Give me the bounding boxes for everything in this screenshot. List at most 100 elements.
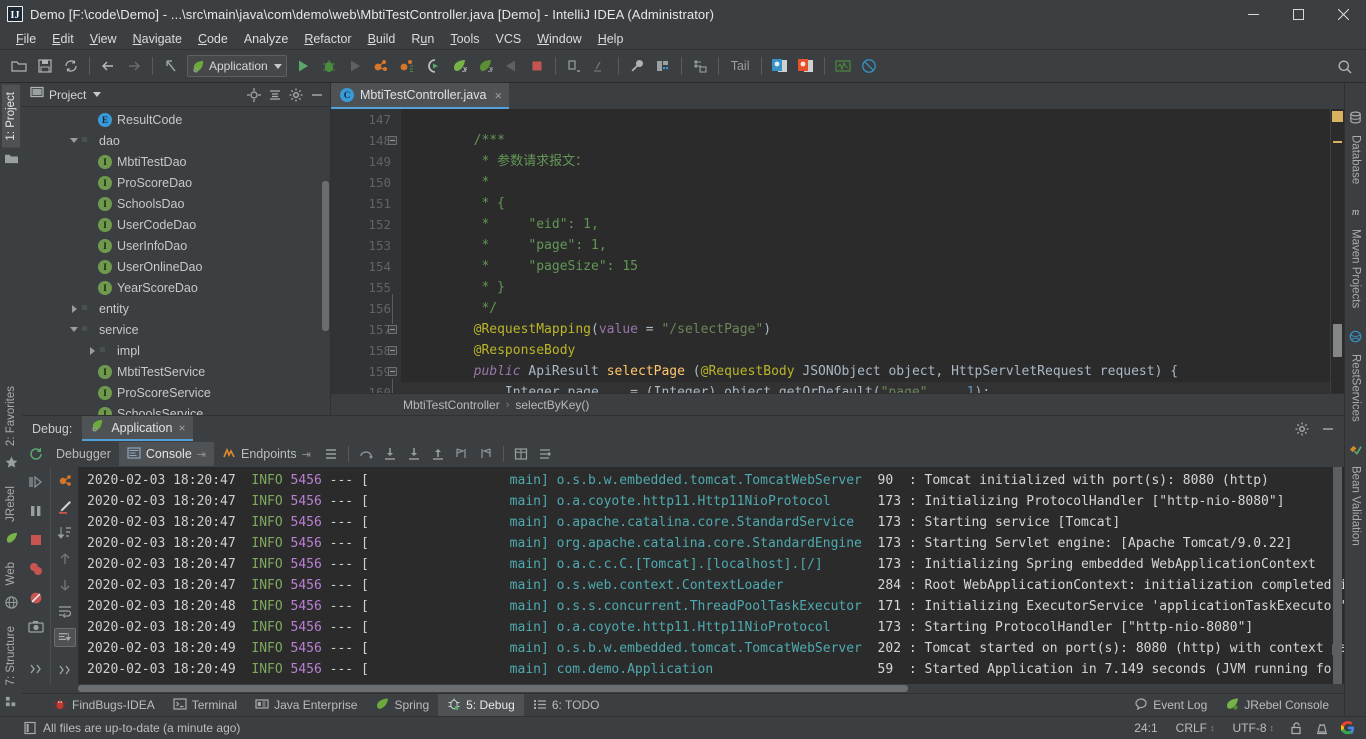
editor-tab-mbtitestcontroller[interactable]: C MbtiTestController.java × (331, 83, 509, 109)
breadcrumb-method[interactable]: selectByKey() (515, 398, 589, 412)
tree-node[interactable]: IUserCodeDao (22, 214, 330, 235)
run-configuration-selector[interactable]: Application (187, 55, 287, 77)
sidebar-item-bean-validation[interactable]: Bean Validation (1347, 459, 1365, 553)
sidebar-item-favorites[interactable]: 2: Favorites (2, 379, 20, 453)
fold-marker-annotation[interactable] (388, 346, 397, 355)
step-out-icon[interactable] (426, 442, 450, 466)
console-log-line[interactable]: 2020-02-03 18:20:47 INFO 5456 --- [ main… (79, 533, 1344, 554)
sort-icon[interactable] (54, 523, 76, 542)
expand-more-icon[interactable] (54, 661, 76, 680)
tree-node[interactable]: impl (22, 340, 330, 361)
code-line[interactable]: * 参数请求报文： (401, 151, 1344, 172)
force-step-into-icon[interactable] (402, 442, 426, 466)
run-with-coverage-icon[interactable] (369, 54, 393, 78)
menu-tools[interactable]: Tools (442, 30, 487, 48)
close-icon[interactable]: × (494, 89, 502, 102)
bottom-item-todo[interactable]: 6: TODO (524, 694, 609, 717)
code-line[interactable]: */ (401, 298, 1344, 319)
project-structure-icon[interactable] (651, 54, 675, 78)
code-line[interactable] (401, 109, 1344, 130)
db-blue-icon[interactable] (768, 54, 792, 78)
down-arrow-icon[interactable] (54, 575, 76, 594)
console-log-line[interactable]: 2020-02-03 18:20:47 INFO 5456 --- [ main… (79, 575, 1344, 596)
bottom-item-debug[interactable]: 5: Debug (438, 694, 524, 717)
step-over-icon[interactable] (354, 442, 378, 466)
chevron-right-icon[interactable] (68, 303, 80, 315)
breadcrumb-class[interactable]: MbtiTestController (403, 398, 500, 412)
bottom-item-terminal[interactable]: Terminal (164, 694, 246, 717)
threads-icon[interactable] (54, 471, 76, 490)
stop-icon[interactable] (525, 54, 549, 78)
gear-icon[interactable] (1292, 419, 1312, 439)
warning-line-marker[interactable] (1333, 141, 1342, 143)
console-log-line[interactable]: 2020-02-03 18:20:47 INFO 5456 --- [ main… (79, 512, 1344, 533)
close-button[interactable] (1321, 0, 1366, 28)
run-to-cursor-greyed-icon[interactable] (343, 54, 367, 78)
line-separator-selector[interactable]: CRLF ↕ (1167, 721, 1224, 735)
code-line[interactable]: @ResponseBody (401, 340, 1344, 361)
sidebar-item-project[interactable]: 1: Project (2, 85, 20, 148)
tree-node[interactable]: service (22, 319, 330, 340)
sidebar-item-web[interactable]: Web (2, 555, 20, 592)
stop-greyed-icon[interactable] (499, 54, 523, 78)
editor-scrollbar[interactable] (1330, 109, 1344, 393)
sidebar-item-database[interactable]: Database (1347, 128, 1365, 191)
tree-node[interactable]: IMbtiTestService (22, 361, 330, 382)
editor-scrollbar-thumb[interactable] (1333, 324, 1342, 357)
console-log-line[interactable]: 2020-02-03 18:20:47 INFO 5456 --- [ main… (79, 470, 1344, 491)
console-log-line[interactable]: 2020-02-03 18:20:47 INFO 5456 --- [ main… (79, 554, 1344, 575)
menu-file[interactable]: File (8, 30, 44, 48)
monitor-icon[interactable] (831, 54, 855, 78)
chevron-down-icon[interactable] (68, 324, 80, 336)
locate-icon[interactable] (245, 86, 263, 104)
tail-button[interactable]: Tail (724, 59, 757, 73)
console-scrollbar[interactable] (1330, 467, 1344, 684)
code-line[interactable]: * { (401, 193, 1344, 214)
code-line[interactable]: /*** (401, 130, 1344, 151)
code-line[interactable]: * (401, 172, 1344, 193)
mute-breakpoints-icon[interactable] (25, 587, 47, 609)
tree-node[interactable]: dao (22, 130, 330, 151)
sidebar-item-rest-services[interactable]: RestServices (1347, 347, 1365, 429)
forward-arrow-icon[interactable] (122, 54, 146, 78)
no-entry-icon[interactable] (857, 54, 881, 78)
fold-marker-method-start[interactable] (388, 325, 397, 334)
caret-position[interactable]: 24:1 (1125, 721, 1166, 735)
pin-icon[interactable]: ⇥ (197, 448, 206, 461)
collapse-all-icon[interactable] (266, 86, 284, 104)
close-icon[interactable]: × (178, 421, 185, 435)
tree-node[interactable]: IUserOnlineDao (22, 256, 330, 277)
edit-icon[interactable] (54, 497, 76, 516)
table-icon[interactable] (509, 442, 533, 466)
soft-wrap-icon[interactable] (54, 601, 76, 620)
hector-icon[interactable] (1314, 720, 1330, 736)
sidebar-item-jrebel[interactable]: JRebel (2, 479, 20, 529)
debug-icon[interactable] (317, 54, 341, 78)
sidebar-item-maven-projects[interactable]: Maven Projects (1347, 222, 1365, 315)
hide-icon[interactable] (1318, 419, 1338, 439)
layout-icon[interactable] (319, 442, 343, 466)
fold-marker-javadoc[interactable] (388, 136, 397, 145)
console-log-line[interactable]: 2020-02-03 18:20:48 INFO 5456 --- [ main… (79, 596, 1344, 617)
console-output[interactable]: 2020-02-03 18:20:47 INFO 5456 --- [ main… (79, 467, 1344, 684)
code-line[interactable]: * "pageSize": 15 (401, 256, 1344, 277)
db-save-icon[interactable] (688, 54, 712, 78)
pause-icon[interactable] (25, 500, 47, 522)
tree-node[interactable]: IProScoreDao (22, 172, 330, 193)
console-log-line[interactable]: 2020-02-03 18:20:49 INFO 5456 --- [ main… (79, 659, 1344, 680)
view-breakpoints-icon[interactable] (25, 558, 47, 580)
code-line[interactable]: Integer page = (Integer) object.getOrDef… (401, 382, 1344, 393)
fold-marker-method[interactable] (388, 367, 397, 376)
warning-marker[interactable] (1332, 111, 1343, 122)
tree-node[interactable]: IUserInfoDao (22, 235, 330, 256)
back-arrow-icon[interactable] (96, 54, 120, 78)
menu-window[interactable]: Window (529, 30, 589, 48)
console-scrollbar-thumb[interactable] (1333, 467, 1342, 684)
chevron-down-icon[interactable] (68, 135, 80, 147)
encoding-selector[interactable]: UTF-8 ↕ (1224, 721, 1284, 735)
tree-node[interactable]: IMbtiTestDao (22, 151, 330, 172)
code-line[interactable]: * } (401, 277, 1344, 298)
update-app-icon[interactable] (562, 54, 586, 78)
menu-refactor[interactable]: Refactor (296, 30, 359, 48)
search-everywhere-icon[interactable] (1333, 55, 1357, 79)
